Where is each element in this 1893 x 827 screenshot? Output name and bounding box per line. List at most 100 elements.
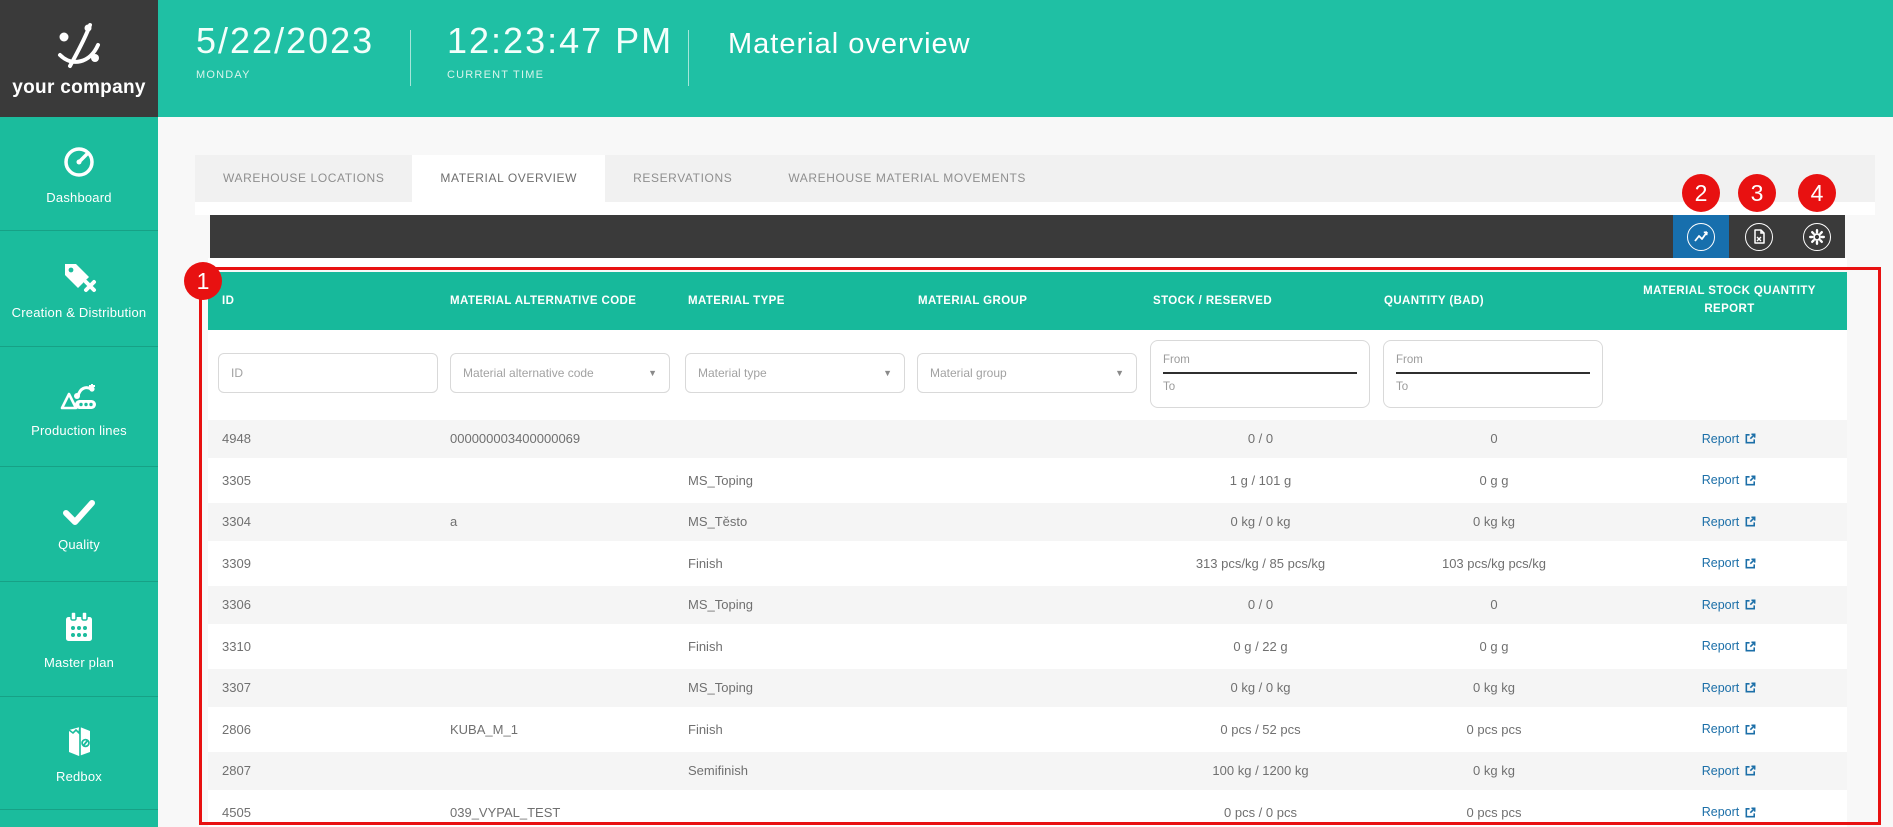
column-header-alternative-code[interactable]: MATERIAL ALTERNATIVE CODE (440, 295, 680, 307)
stock-range-filter (1150, 340, 1370, 408)
table-row[interactable]: 2806 KUBA_M_1 Finish 0 pcs / 52 pcs 0 pc… (208, 708, 1847, 750)
annotation-badge-4: 4 (1798, 174, 1836, 212)
external-link-icon (1745, 475, 1756, 486)
chevron-down-icon: ▼ (648, 368, 657, 378)
annotation-badge-2: 2 (1682, 174, 1720, 212)
quantity-to-input[interactable] (1396, 374, 1590, 400)
id-filter-input[interactable] (218, 353, 438, 393)
report-link[interactable]: Report (1612, 722, 1847, 736)
cell-quantity-bad: 0 g g (1479, 638, 1509, 654)
cell-stock-reserved: 0 kg / 0 kg (1230, 514, 1291, 530)
material-table: ID MATERIAL ALTERNATIVE CODE MATERIAL TY… (208, 272, 1847, 827)
column-header-material-type[interactable]: MATERIAL TYPE (680, 295, 910, 307)
table-row[interactable]: 4948 000000003400000069 0 / 0 0 Report (208, 418, 1847, 460)
sidebar-item-dashboard[interactable]: Dashboard (0, 117, 158, 231)
gauge-icon (64, 146, 94, 177)
page-title: Material overview (728, 28, 971, 60)
table-header-row: ID MATERIAL ALTERNATIVE CODE MATERIAL TY… (208, 272, 1847, 330)
date-block: 5/22/2023 MONDAY (196, 20, 374, 81)
cell-stock-reserved: 100 kg / 1200 kg (1212, 763, 1309, 779)
conveyor-icon (60, 383, 96, 409)
quantity-from-input[interactable] (1396, 347, 1590, 374)
current-day-label: MONDAY (196, 69, 251, 81)
quantity-range-filter (1383, 340, 1603, 408)
report-link-label: Report (1701, 805, 1740, 820)
report-link[interactable]: Report (1612, 639, 1847, 653)
sidebar-item-creation-distribution[interactable]: Creation & Distribution (0, 231, 158, 347)
table-row[interactable]: 3306 MS_Toping 0 / 0 0 Report (208, 584, 1847, 626)
external-link-icon (1745, 807, 1756, 818)
material-overview-app: your company 5/22/2023 MONDAY 12:23:47 P… (0, 0, 1893, 827)
tab-warehouse-material-movements[interactable]: WAREHOUSE MATERIAL MOVEMENTS (760, 155, 1054, 202)
table-row[interactable]: 3304 a MS_Těsto 0 kg / 0 kg 0 kg kg Repo… (208, 501, 1847, 543)
line-chart-icon (1687, 222, 1715, 251)
column-header-quantity-bad[interactable]: QUANTITY (BAD) (1376, 295, 1612, 307)
header-divider (688, 30, 689, 86)
column-header-stock-reserved[interactable]: STOCK / RESERVED (1145, 295, 1376, 307)
column-header-stock-report[interactable]: MATERIAL STOCK QUANTITY REPORT (1612, 283, 1847, 319)
cell-id: 3310 (222, 638, 251, 654)
cell-material-type: Finish (688, 721, 723, 737)
report-link[interactable]: Report (1612, 764, 1847, 778)
report-link[interactable]: Report (1612, 681, 1847, 695)
column-header-id[interactable]: ID (208, 295, 440, 307)
cell-id: 3304 (222, 514, 251, 530)
cell-quantity-bad: 0 g g (1479, 472, 1509, 488)
sidebar-item-label: Creation & Distribution (11, 304, 147, 320)
cell-stock-reserved: 313 pcs/kg / 85 pcs/kg (1195, 555, 1326, 571)
report-link[interactable]: Report (1612, 598, 1847, 612)
report-link-label: Report (1701, 639, 1740, 654)
table-row[interactable]: 3307 MS_Toping 0 kg / 0 kg 0 kg kg Repor… (208, 667, 1847, 709)
tab-reservations[interactable]: RESERVATIONS (605, 155, 760, 202)
alternative-code-filter-select[interactable]: Material alternative code ▼ (450, 353, 670, 393)
table-row[interactable]: 3309 Finish 313 pcs/kg / 85 pcs/kg 103 p… (208, 542, 1847, 584)
report-link-label: Report (1701, 722, 1740, 737)
tab-material-overview[interactable]: MATERIAL OVERVIEW (412, 155, 606, 202)
report-link[interactable]: Report (1612, 805, 1847, 819)
cell-stock-reserved: 0 / 0 (1247, 431, 1274, 447)
cell-quantity-bad: 0 (1490, 597, 1498, 613)
filter-row: Material alternative code ▼ Material typ… (208, 330, 1847, 418)
tab-warehouse-locations[interactable]: WAREHOUSE LOCATIONS (195, 155, 412, 202)
table-row[interactable]: 3305 MS_Toping 1 g / 101 g 0 g g Report (208, 459, 1847, 501)
header-divider (410, 30, 411, 86)
stock-from-input[interactable] (1163, 347, 1357, 374)
external-link-icon (1745, 558, 1756, 569)
cell-material-type: MS_Toping (688, 680, 754, 696)
cell-quantity-bad: 0 pcs pcs (1466, 804, 1522, 820)
table-row[interactable]: 2807 Semifinish 100 kg / 1200 kg 0 kg kg… (208, 750, 1847, 792)
material-group-filter-select[interactable]: Material group ▼ (917, 353, 1137, 393)
table-row[interactable]: 3310 Finish 0 g / 22 g 0 g g Report (208, 625, 1847, 667)
column-header-material-group[interactable]: MATERIAL GROUP (910, 295, 1145, 307)
report-link[interactable]: Report (1612, 432, 1847, 446)
sidebar: Dashboard Creation & Distribution Produc… (0, 117, 158, 827)
document-button[interactable] (1731, 215, 1787, 258)
current-time-label: CURRENT TIME (447, 69, 545, 81)
report-link-label: Report (1701, 431, 1740, 446)
sidebar-item-production-lines[interactable]: Production lines (0, 347, 158, 467)
sidebar-item-master-plan[interactable]: Master plan (0, 582, 158, 697)
settings-button[interactable] (1789, 215, 1845, 258)
company-logo[interactable]: your company (0, 0, 158, 117)
stock-to-input[interactable] (1163, 374, 1357, 400)
cell-quantity-bad: 0 pcs pcs (1466, 721, 1522, 737)
report-link[interactable]: Report (1612, 556, 1847, 570)
report-link-label: Report (1701, 597, 1740, 612)
cell-quantity-bad: 0 kg kg (1473, 763, 1515, 779)
chart-report-button[interactable] (1673, 215, 1729, 258)
sidebar-item-redbox[interactable]: Redbox (0, 697, 158, 810)
report-link[interactable]: Report (1612, 515, 1847, 529)
sidebar-item-quality[interactable]: Quality (0, 467, 158, 582)
company-logo-text: your company (12, 76, 146, 98)
cell-material-type: Semifinish (688, 763, 748, 779)
table-row[interactable]: 4505 039_VYPAL_TEST 0 pcs / 0 pcs 0 pcs … (208, 791, 1847, 827)
report-link[interactable]: Report (1612, 473, 1847, 487)
report-link-label: Report (1701, 514, 1740, 529)
toolbar-gap (208, 258, 1847, 267)
cell-id: 2806 (222, 721, 251, 737)
table-body: 4948 000000003400000069 0 / 0 0 Report 3… (208, 418, 1847, 827)
check-icon (63, 500, 95, 525)
annotation-badge-1: 1 (184, 262, 222, 300)
cell-alternative-code: a (450, 514, 458, 530)
material-type-filter-select[interactable]: Material type ▼ (685, 353, 905, 393)
